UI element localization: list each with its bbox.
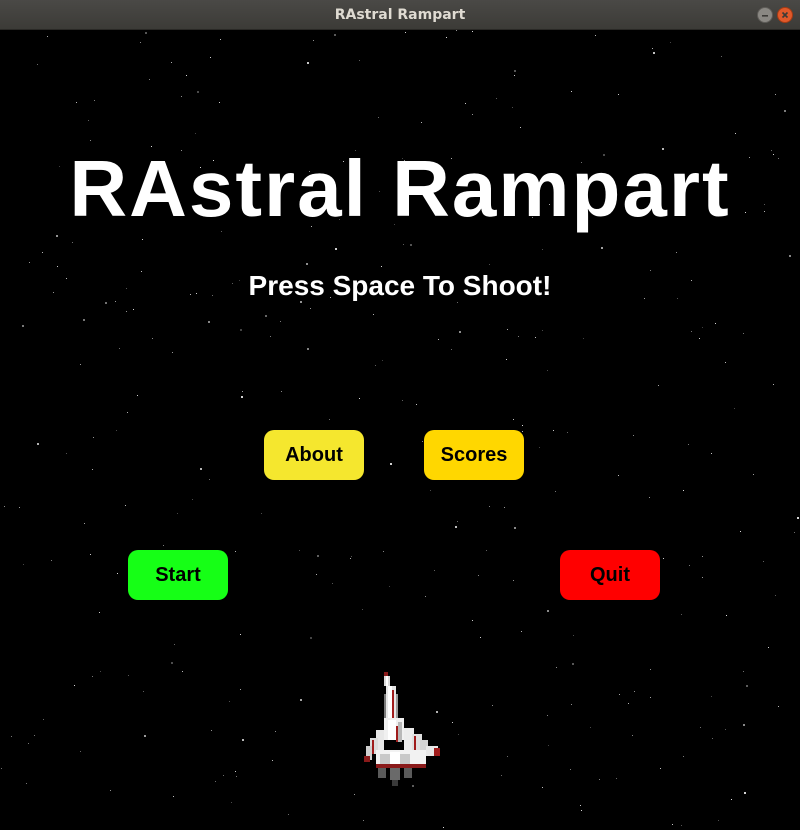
window-title: RAstral Rampart xyxy=(334,7,466,23)
game-canvas[interactable]: RAstral Rampart Press Space To Shoot! Ab… xyxy=(0,30,800,830)
spaceship-icon xyxy=(364,672,440,786)
game-window: RAstral Rampart RAstral Rampart Press Sp… xyxy=(0,0,800,830)
title-bar[interactable]: RAstral Rampart xyxy=(0,0,800,30)
game-title: RAstral Rampart xyxy=(69,144,731,233)
close-button[interactable] xyxy=(777,7,793,23)
minimize-button[interactable] xyxy=(757,7,773,23)
quit-button[interactable]: Quit xyxy=(560,550,660,600)
about-button[interactable]: About xyxy=(264,430,364,480)
scores-button[interactable]: Scores xyxy=(424,430,524,480)
start-button[interactable]: Start xyxy=(128,550,228,600)
close-icon xyxy=(781,11,789,19)
instruction-text: Press Space To Shoot! xyxy=(248,270,552,301)
minimize-icon xyxy=(762,15,768,17)
